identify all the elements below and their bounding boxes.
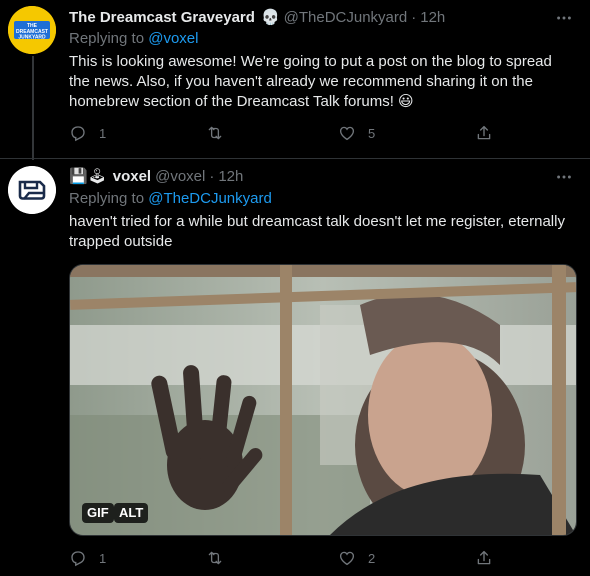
tweet-text-content: haven't tried for a while but dreamcast … bbox=[69, 213, 565, 250]
gif-media[interactable]: GIF ALT bbox=[69, 264, 577, 536]
share-icon bbox=[477, 550, 491, 565]
tweet-header: 💾🕹 voxel @voxel · 12h bbox=[69, 167, 243, 186]
display-name[interactable]: voxel bbox=[113, 168, 151, 185]
like-count: 5 bbox=[368, 125, 376, 141]
reply-button[interactable]: 1 bbox=[69, 124, 106, 142]
retweet-button[interactable] bbox=[206, 124, 236, 142]
reply-button[interactable]: 1 bbox=[69, 549, 106, 567]
like-count: 2 bbox=[368, 550, 376, 566]
handle[interactable]: @voxel bbox=[155, 168, 205, 185]
timestamp[interactable]: 12h bbox=[218, 168, 243, 185]
reply-count: 1 bbox=[99, 125, 107, 141]
reply-icon bbox=[71, 551, 85, 567]
share-button[interactable] bbox=[475, 124, 493, 142]
thread-line bbox=[32, 56, 34, 160]
floppy-joystick-emoji: 💾🕹 bbox=[69, 168, 107, 185]
like-icon bbox=[339, 126, 355, 141]
dreamcast-junkyard-logo: THE DREAMCAST JUNKYARD bbox=[8, 6, 56, 54]
separator: · bbox=[209, 167, 215, 185]
replying-prefix: Replying to bbox=[69, 30, 145, 47]
tweet-text: haven't tried for a while but dreamcast … bbox=[69, 212, 569, 252]
floppy-disk-logo bbox=[8, 166, 56, 214]
replying-to-link[interactable]: @TheDCJunkyard bbox=[148, 190, 272, 207]
alt-badge[interactable]: ALT bbox=[114, 503, 149, 523]
like-button[interactable]: 2 bbox=[338, 549, 375, 567]
retweet-icon bbox=[208, 126, 222, 140]
like-icon bbox=[339, 551, 355, 566]
share-icon bbox=[477, 125, 491, 140]
avatar-voxel[interactable] bbox=[8, 166, 56, 214]
smiley-emoji: 😃 bbox=[398, 93, 414, 110]
share-button[interactable] bbox=[475, 549, 493, 567]
replying-to: Replying to @TheDCJunkyard bbox=[69, 190, 272, 207]
replying-prefix: Replying to bbox=[69, 190, 145, 207]
retweet-icon bbox=[208, 551, 222, 565]
gif-frame-image bbox=[70, 265, 576, 535]
retweet-button[interactable] bbox=[206, 549, 236, 567]
like-button[interactable]: 5 bbox=[338, 124, 375, 142]
reply-count: 1 bbox=[99, 550, 107, 566]
tweet-text: This is looking awesome! We're going to … bbox=[69, 52, 569, 112]
display-name[interactable]: The Dreamcast Graveyard bbox=[69, 9, 255, 26]
more-icon bbox=[557, 16, 571, 20]
tweet-text-content: This is looking awesome! We're going to … bbox=[69, 53, 552, 110]
skull-emoji: 💀 bbox=[260, 9, 280, 26]
more-button[interactable] bbox=[554, 8, 574, 28]
more-button[interactable] bbox=[554, 167, 574, 187]
tweet-dreamcast-graveyard[interactable]: THE DREAMCAST JUNKYARD The Dreamcast Gra… bbox=[0, 0, 590, 160]
tweet-header: The Dreamcast Graveyard 💀 @TheDCJunkyard… bbox=[69, 8, 445, 27]
separator: · bbox=[411, 8, 417, 26]
handle[interactable]: @TheDCJunkyard bbox=[284, 9, 408, 26]
timestamp[interactable]: 12h bbox=[420, 9, 445, 26]
avatar-dreamcast-graveyard[interactable]: THE DREAMCAST JUNKYARD bbox=[8, 6, 56, 54]
replying-to: Replying to @voxel bbox=[69, 30, 198, 47]
tweet-actions: 1 2 bbox=[69, 549, 499, 569]
tweet-actions: 1 5 bbox=[69, 124, 499, 144]
logo-text-3: JUNKYARD bbox=[18, 35, 46, 41]
more-icon bbox=[557, 175, 571, 179]
replying-to-link[interactable]: @voxel bbox=[148, 30, 198, 47]
reply-icon bbox=[71, 126, 85, 142]
gif-badge: GIF bbox=[82, 503, 114, 523]
